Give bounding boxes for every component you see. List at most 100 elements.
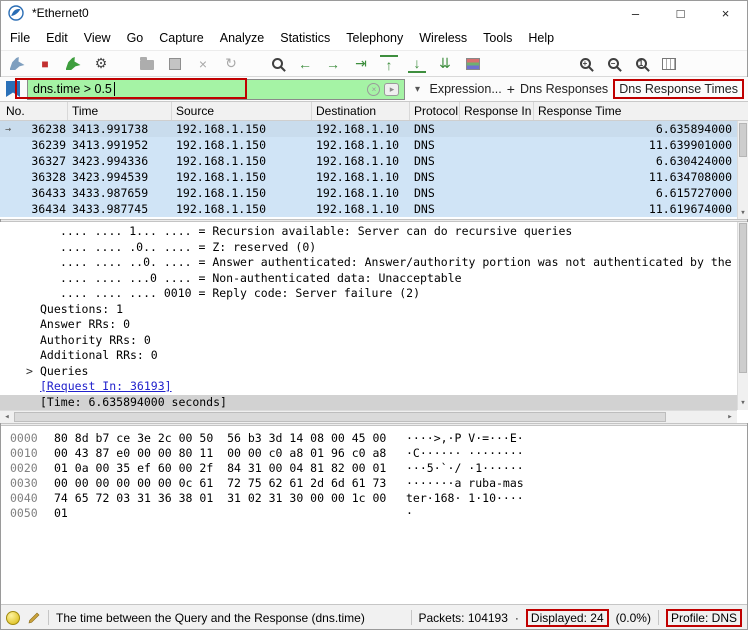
- column-header-time[interactable]: Time: [68, 102, 172, 120]
- column-header-protocol[interactable]: Protocol: [410, 102, 460, 120]
- zoom-reset-icon[interactable]: 1: [632, 55, 650, 73]
- packet-source-cell: 192.168.1.150: [172, 202, 312, 216]
- first-packet-icon[interactable]: ↑: [380, 55, 398, 73]
- profile-name[interactable]: Profile: DNS: [666, 609, 742, 627]
- menu-telephony[interactable]: Telephony: [338, 31, 411, 45]
- hex-row[interactable]: 0040 74 65 72 03 31 36 38 01 31 02 31 30…: [10, 491, 748, 506]
- packet-list-scrollbar[interactable]: ▾: [737, 121, 748, 219]
- go-to-packet-icon[interactable]: ⇥: [352, 55, 370, 73]
- display-filter-input[interactable]: dns.time > 0.5 × ▸: [27, 79, 405, 100]
- close-file-icon[interactable]: ×: [194, 55, 212, 73]
- hex-ascii: ···5·`·/ ·1······: [406, 461, 524, 476]
- last-packet-icon[interactable]: ↓: [408, 55, 426, 73]
- start-capture-icon[interactable]: [8, 55, 26, 73]
- detail-line[interactable]: .... .... ..0. .... = Answer authenticat…: [0, 255, 748, 271]
- detail-line[interactable]: Questions: 1: [0, 302, 748, 318]
- detail-line[interactable]: .... .... 1... .... = Recursion availabl…: [0, 224, 748, 240]
- menu-analyze[interactable]: Analyze: [212, 31, 272, 45]
- close-button[interactable]: ×: [703, 0, 748, 26]
- expression-button[interactable]: Expression...: [429, 82, 501, 96]
- zoom-in-icon[interactable]: +: [576, 55, 594, 73]
- scroll-down-icon[interactable]: ▾: [738, 398, 748, 410]
- scroll-left-icon[interactable]: ◂: [0, 412, 14, 422]
- filter-shortcut-dns-responses[interactable]: Dns Responses: [520, 82, 608, 96]
- stop-capture-icon[interactable]: ■: [36, 55, 54, 73]
- column-header-response-time[interactable]: Response Time: [534, 102, 748, 120]
- hex-row[interactable]: 0030 00 00 00 00 00 00 0c 61 72 75 62 61…: [10, 476, 748, 491]
- separator: [658, 610, 659, 625]
- detail-line[interactable]: Authority RRs: 0: [0, 333, 748, 349]
- menu-wireless[interactable]: Wireless: [411, 31, 475, 45]
- filter-history-dropdown-icon[interactable]: ▾: [410, 84, 424, 95]
- apply-filter-icon[interactable]: ▸: [384, 83, 399, 96]
- column-header-no[interactable]: No.: [0, 102, 68, 120]
- column-header-source[interactable]: Source: [172, 102, 312, 120]
- detail-line[interactable]: Answer RRs: 0: [0, 317, 748, 333]
- packet-bytes-pane[interactable]: 0000 80 8d b7 ce 3e 2c 00 50 56 b3 3d 14…: [0, 426, 748, 604]
- menu-edit[interactable]: Edit: [38, 31, 76, 45]
- scrollbar-thumb[interactable]: [739, 123, 747, 157]
- packet-row[interactable]: 36433 3433.987659 192.168.1.150 192.168.…: [0, 185, 748, 201]
- reload-icon[interactable]: ↻: [222, 55, 240, 73]
- detail-line-queries[interactable]: > Queries: [0, 364, 748, 380]
- save-file-icon[interactable]: [166, 55, 184, 73]
- packet-row[interactable]: 36328 3423.994539 192.168.1.150 192.168.…: [0, 169, 748, 185]
- hex-row[interactable]: 0020 01 0a 00 35 ef 60 00 2f 84 31 00 04…: [10, 461, 748, 476]
- hex-row[interactable]: 0010 00 43 87 e0 00 00 80 11 00 00 c0 a8…: [10, 446, 748, 461]
- go-back-icon[interactable]: ←: [296, 55, 314, 73]
- detail-line-time-selected[interactable]: [Time: 6.635894000 seconds]: [0, 395, 748, 411]
- scrollbar-thumb[interactable]: [14, 412, 666, 422]
- packet-row[interactable]: 36239 3413.991952 192.168.1.150 192.168.…: [0, 137, 748, 153]
- filter-shortcut-dns-response-times[interactable]: Dns Response Times: [613, 79, 744, 99]
- menu-capture[interactable]: Capture: [151, 31, 211, 45]
- menu-file[interactable]: File: [2, 31, 38, 45]
- detail-line-request-in-link[interactable]: [Request In: 36193]: [0, 379, 748, 395]
- detail-line[interactable]: Additional RRs: 0: [0, 348, 748, 364]
- hex-bytes: 80 8d b7 ce 3e 2c 00 50 56 b3 3d 14 08 0…: [54, 431, 406, 446]
- zoom-out-icon[interactable]: −: [604, 55, 622, 73]
- title-bar: *Ethernet0 – □ ×: [0, 0, 748, 26]
- hex-offset: 0030: [10, 476, 54, 491]
- packet-row[interactable]: → 36238 3413.991738 192.168.1.150 192.16…: [0, 121, 748, 137]
- auto-scroll-icon[interactable]: ⇊: [436, 55, 454, 73]
- detail-line[interactable]: .... .... ...0 .... = Non-authenticated …: [0, 271, 748, 287]
- hex-ascii: ·······a ruba-mas: [406, 476, 524, 491]
- column-header-destination[interactable]: Destination: [312, 102, 410, 120]
- hex-row[interactable]: 0000 80 8d b7 ce 3e 2c 00 50 56 b3 3d 14…: [10, 431, 748, 446]
- go-forward-icon[interactable]: →: [324, 55, 342, 73]
- packet-response-time-cell: 6.630424000: [534, 154, 748, 168]
- detail-vertical-scrollbar[interactable]: ▾: [737, 222, 748, 410]
- hex-row[interactable]: 0050 01 ·: [10, 506, 748, 521]
- minimize-button[interactable]: –: [613, 0, 658, 26]
- menu-view[interactable]: View: [76, 31, 119, 45]
- menu-go[interactable]: Go: [119, 31, 152, 45]
- menu-statistics[interactable]: Statistics: [272, 31, 338, 45]
- hex-bytes: 74 65 72 03 31 36 38 01 31 02 31 30 00 0…: [54, 491, 406, 506]
- scroll-right-icon[interactable]: ▸: [723, 412, 737, 422]
- find-packet-icon[interactable]: [268, 55, 286, 73]
- menu-tools[interactable]: Tools: [475, 31, 520, 45]
- restart-capture-icon[interactable]: [64, 55, 82, 73]
- colorize-icon[interactable]: [464, 55, 482, 73]
- add-filter-button-plus[interactable]: +: [507, 81, 515, 97]
- packet-row[interactable]: 36434 3433.987745 192.168.1.150 192.168.…: [0, 201, 748, 217]
- packet-row[interactable]: 36327 3423.994336 192.168.1.150 192.168.…: [0, 153, 748, 169]
- clear-filter-icon[interactable]: ×: [367, 83, 380, 96]
- scroll-down-icon[interactable]: ▾: [738, 206, 748, 219]
- maximize-button[interactable]: □: [658, 0, 703, 26]
- resize-columns-icon[interactable]: [660, 55, 678, 73]
- open-file-icon[interactable]: [138, 55, 156, 73]
- column-header-response-in[interactable]: Response In: [460, 102, 534, 120]
- detail-line[interactable]: .... .... .0.. .... = Z: reserved (0): [0, 240, 748, 256]
- expert-info-icon[interactable]: [6, 611, 20, 625]
- expander-icon[interactable]: >: [26, 364, 33, 380]
- capture-options-icon[interactable]: ⚙: [92, 55, 110, 73]
- detail-line[interactable]: .... .... .... 0010 = Reply code: Server…: [0, 286, 748, 302]
- scrollbar-track[interactable]: [14, 411, 723, 423]
- capture-comment-pencil-icon[interactable]: [27, 611, 41, 625]
- packet-destination-cell: 192.168.1.10: [312, 170, 410, 184]
- filter-bookmark-icon[interactable]: [6, 81, 20, 97]
- menu-help[interactable]: Help: [520, 31, 562, 45]
- detail-horizontal-scrollbar[interactable]: ◂ ▸: [0, 410, 737, 423]
- scrollbar-thumb[interactable]: [739, 223, 747, 373]
